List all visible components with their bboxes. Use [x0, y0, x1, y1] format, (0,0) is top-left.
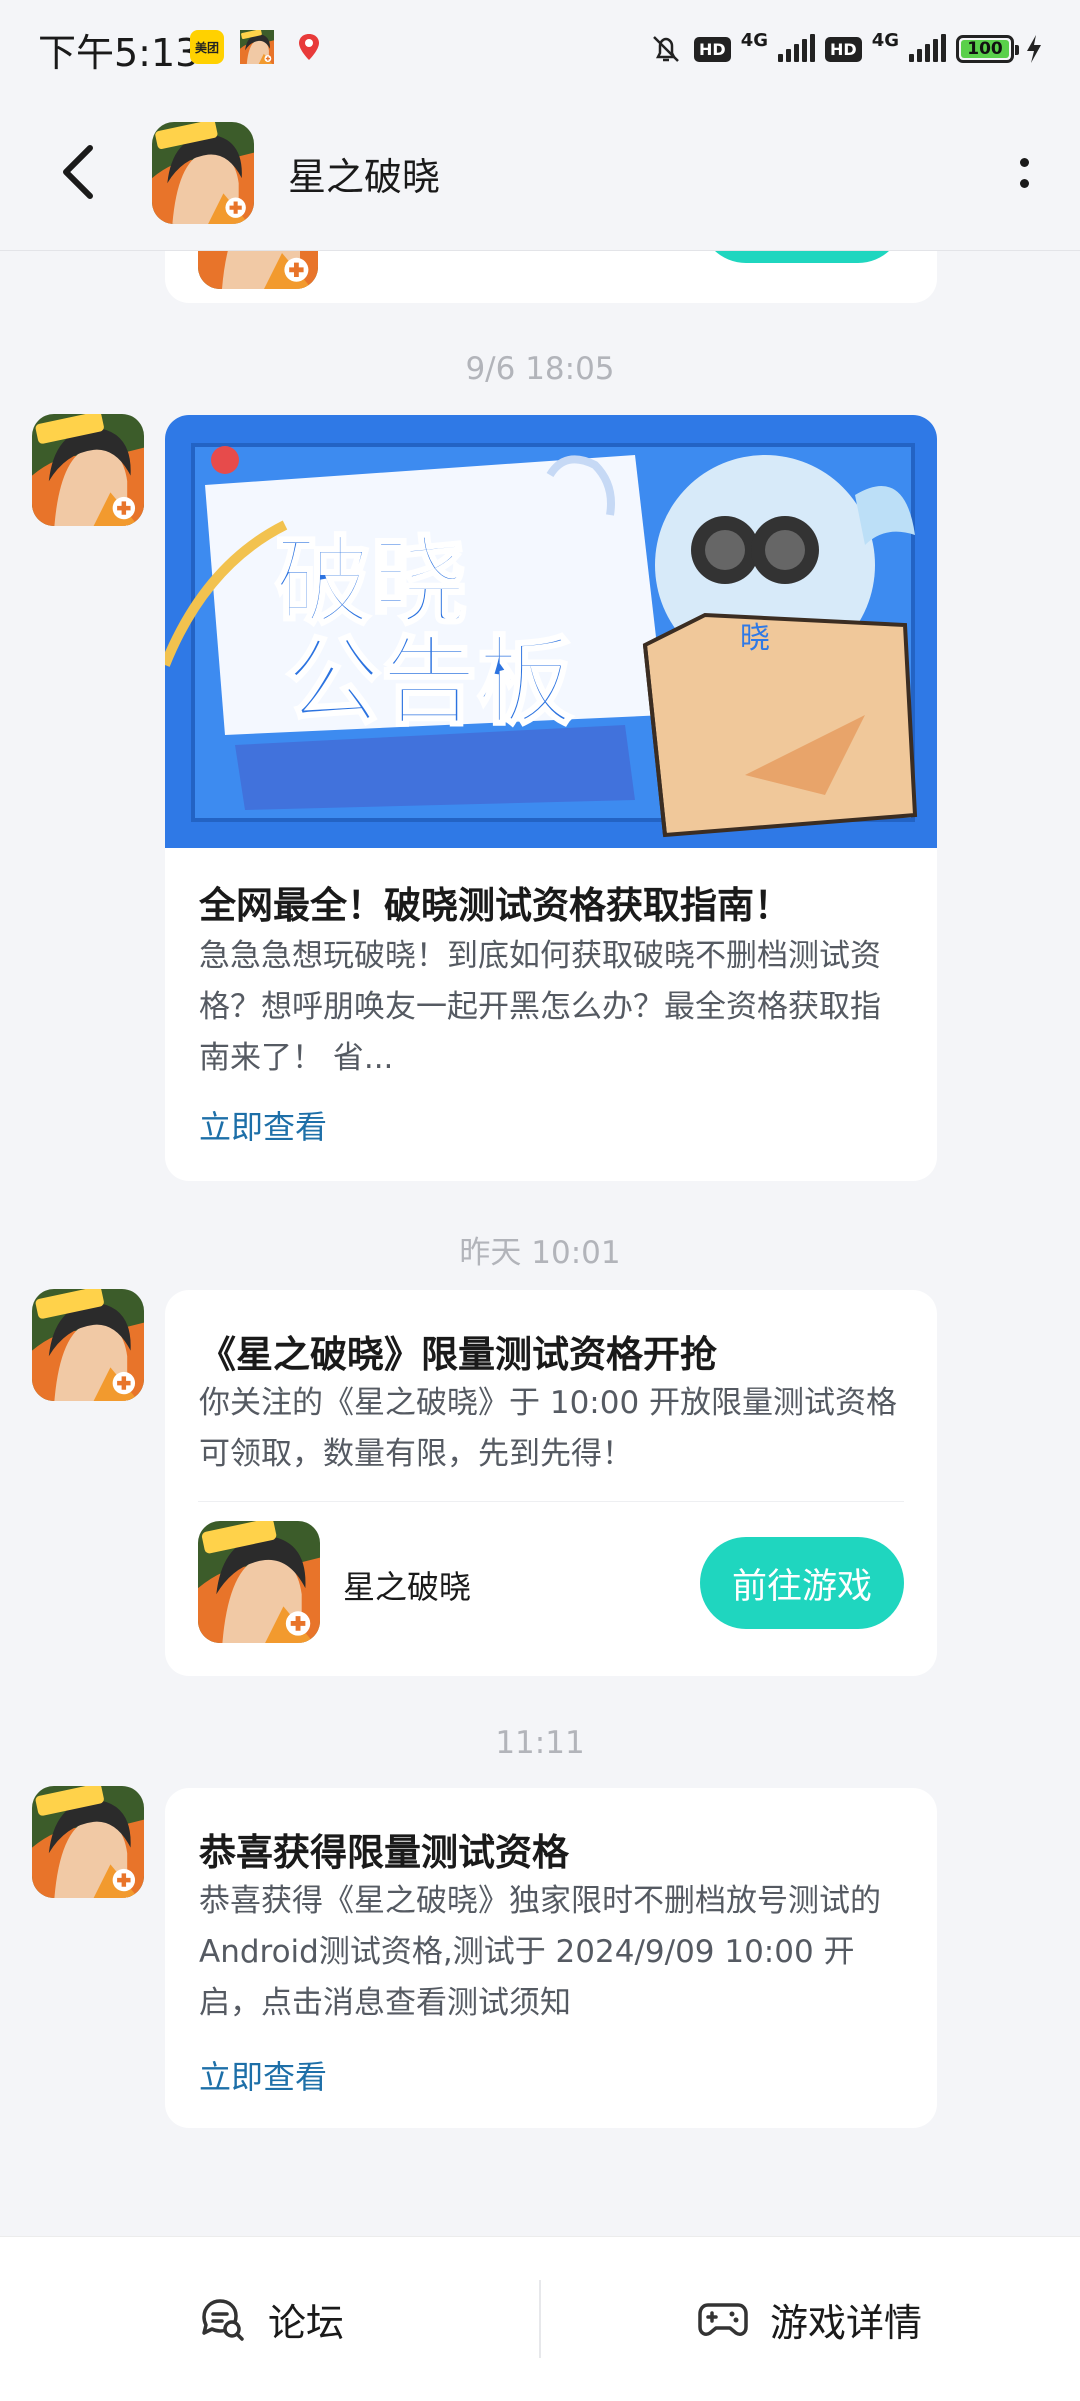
game-app-icon — [240, 30, 274, 64]
meituan-badge-text: 美团 — [194, 40, 219, 55]
sender-avatar[interactable] — [32, 414, 144, 526]
game-details-button[interactable]: 游戏详情 — [698, 2237, 922, 2401]
back-arrow-icon — [63, 145, 93, 199]
battery-icon: 100 — [956, 35, 1019, 63]
message-body: 急急急想玩破晓！到底如何获取破晓不删档测试资格？想呼朋唤友一起开黑怎么办？最全资… — [199, 938, 881, 1076]
card-divider — [198, 1501, 904, 1502]
header-title: 星之破晓 — [288, 155, 441, 199]
game-name: 星之破晓 — [343, 1568, 472, 1606]
bottom-bar-separator — [539, 2280, 541, 2358]
network-type-2: 4G — [871, 29, 899, 51]
mute-bell-icon — [653, 36, 679, 62]
announcement-banner-image: 破晓 公告板 晓 — [165, 415, 937, 848]
game-message-card[interactable]: 《星之破晓》限量测试资格开抢 你关注的《星之破晓》于 10:00 开放限量测试资… — [165, 1290, 937, 1676]
game-thumb — [198, 251, 318, 289]
meituan-app-icon: 美团 — [190, 30, 224, 64]
message-title: 恭喜获得限量测试资格 — [199, 1831, 569, 1874]
signal-icon-1 — [778, 34, 816, 62]
message-title: 全网最全！破晓测试资格获取指南！ — [199, 884, 791, 927]
go-game-button-partial[interactable] — [700, 251, 904, 263]
status-indicators: HD 4G HD 4G 100 — [648, 24, 1044, 74]
forum-icon — [202, 2299, 244, 2341]
back-button[interactable] — [56, 142, 106, 202]
status-bar: 下午5:13 美团 HD 4G HD 4G 100 — [0, 0, 1080, 96]
hd-badge-1: HD — [694, 36, 731, 62]
status-time: 下午5:13 — [38, 31, 200, 75]
more-dot-icon — [1019, 179, 1029, 188]
banner-title-line1: 破晓 — [275, 526, 467, 638]
banner-box-tag: 晓 — [740, 621, 770, 656]
previous-message-card[interactable] — [165, 251, 937, 303]
notice-message-card[interactable]: 恭喜获得限量测试资格 恭喜获得《星之破晓》独家限时不删档放号测试的Android… — [165, 1788, 937, 2128]
message-feed[interactable]: 9/6 18:05 破晓 公告板 晓 全网最全！破晓测试资格获取指南！ 急急急想… — [0, 251, 1080, 2236]
header-game-avatar[interactable] — [152, 122, 254, 224]
message-timestamp: 昨天 10:01 — [459, 1235, 621, 1271]
banner-title-line2: 公告板 — [285, 626, 573, 738]
go-to-game-button[interactable]: 前往游戏 — [700, 1537, 904, 1629]
location-app-icon — [292, 30, 326, 64]
forum-button[interactable]: 论坛 — [198, 2237, 344, 2401]
message-timestamp: 11:11 — [495, 1725, 585, 1761]
hd-badge-2: HD — [825, 36, 862, 62]
article-message-card[interactable]: 破晓 公告板 晓 全网最全！破晓测试资格获取指南！ 急急急想玩破晓！到底如何获取… — [165, 415, 937, 1181]
battery-level: 100 — [961, 39, 1009, 59]
message-timestamp: 9/6 18:05 — [465, 351, 615, 387]
game-thumb[interactable] — [198, 1521, 320, 1643]
signal-icon-2 — [909, 34, 946, 62]
game-details-label: 游戏详情 — [770, 2300, 923, 2345]
sender-avatar[interactable] — [32, 1289, 144, 1401]
chat-header: 星之破晓 — [0, 96, 1080, 251]
message-body: 你关注的《星之破晓》于 10:00 开放限量测试资格可领取，数量有限，先到先得！ — [199, 1385, 898, 1472]
bottom-action-bar: 论坛 游戏详情 — [0, 2236, 1080, 2401]
view-now-link[interactable]: 立即查看 — [199, 2052, 327, 2098]
more-dot-icon — [1019, 158, 1029, 167]
charging-icon — [1027, 35, 1041, 63]
sender-avatar[interactable] — [32, 1786, 144, 1898]
message-title: 《星之破晓》限量测试资格开抢 — [199, 1333, 717, 1376]
message-body: 恭喜获得《星之破晓》独家限时不删档放号测试的Android测试资格,测试于 20… — [199, 1883, 881, 2021]
network-type-1: 4G — [740, 29, 769, 51]
gamepad-icon — [698, 2303, 748, 2336]
more-options-button[interactable] — [1004, 148, 1044, 198]
forum-label: 论坛 — [268, 2300, 345, 2345]
view-now-link[interactable]: 立即查看 — [199, 1102, 327, 1148]
